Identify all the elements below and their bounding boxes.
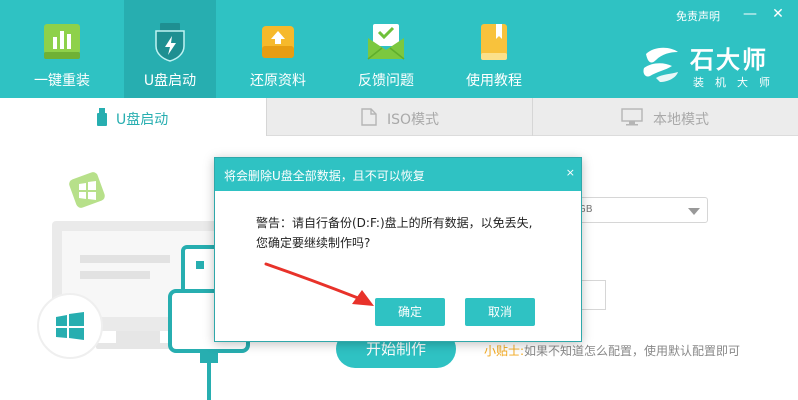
- nav-label: U盘启动: [143, 73, 197, 89]
- tab-label: U盘启动: [116, 112, 169, 128]
- disclaimer-link[interactable]: 免责声明: [676, 8, 720, 24]
- file-icon: [361, 108, 377, 126]
- dialog-question-line: 您确定要继续制作吗?: [256, 236, 371, 250]
- tab-iso-mode[interactable]: ISO模式: [266, 98, 532, 136]
- dialog-header: 将会删除U盘全部数据，且不可以恢复 ×: [215, 158, 581, 191]
- mode-tabbar: U盘启动 ISO模式 本地模式: [0, 98, 798, 137]
- confirm-dialog: 将会删除U盘全部数据，且不可以恢复 × 警告：请自行备份(D:F:)盘上的所有数…: [214, 157, 582, 342]
- brand-subtitle: 装机大师: [693, 76, 781, 89]
- tab-label: ISO模式: [387, 112, 440, 128]
- windows-logo-icon: [37, 293, 103, 359]
- option-checkbox[interactable]: [578, 280, 606, 310]
- nav-label: 使用教程: [466, 73, 522, 89]
- chevron-down-icon: [688, 208, 700, 215]
- annotation-arrow-icon: [264, 262, 374, 306]
- dialog-warning-line: 警告：请自行备份(D:F:)盘上的所有数据，以免丢失,: [256, 216, 533, 230]
- small-windows-badge-icon: [69, 172, 105, 208]
- nav-item-usb-boot[interactable]: U盘启动: [124, 0, 216, 98]
- close-button[interactable]: ✕: [770, 6, 786, 22]
- tab-label: 本地模式: [653, 112, 709, 128]
- nav-label: 还原资料: [250, 73, 306, 89]
- monitor-icon: [621, 108, 643, 126]
- nav-item-tutorial[interactable]: 使用教程: [448, 0, 540, 98]
- tab-local-mode[interactable]: 本地模式: [532, 98, 798, 136]
- confirm-button[interactable]: 确定: [375, 298, 445, 326]
- dialog-title: 将会删除U盘全部数据，且不可以恢复: [224, 169, 425, 183]
- tip-message: 如果不知道怎么配置，使用默认配置即可: [524, 344, 741, 358]
- cancel-button[interactable]: 取消: [465, 298, 535, 326]
- book-icon: [481, 24, 507, 60]
- nav-item-restore-data[interactable]: 还原资料: [232, 0, 324, 98]
- nav-item-one-click-reinstall[interactable]: 一键重装: [16, 0, 108, 98]
- usb-icon: [97, 108, 107, 126]
- tab-usb-boot[interactable]: U盘启动: [0, 98, 266, 137]
- tip-text: 小贴士:如果不知道怎么配置，使用默认配置即可: [484, 342, 740, 359]
- minimize-button[interactable]: —: [742, 6, 758, 22]
- chart-icon: [44, 24, 80, 59]
- brand-logo-icon: [643, 47, 678, 82]
- mail-icon: [367, 24, 405, 60]
- nav-label: 一键重装: [34, 73, 90, 89]
- dialog-close-icon[interactable]: ×: [566, 166, 575, 179]
- nav-label: 反馈问题: [358, 73, 414, 89]
- header-bar: 一键重装 U盘启动 还原资料 反馈问题 使用教程 免责声明 — ✕ 石大师 装机…: [0, 0, 798, 98]
- brand-name: 石大师: [690, 46, 768, 74]
- restore-icon: [262, 26, 294, 58]
- nav-item-feedback[interactable]: 反馈问题: [340, 0, 432, 98]
- tip-label: 小贴士:: [484, 344, 525, 358]
- usb-shield-icon: [155, 23, 185, 62]
